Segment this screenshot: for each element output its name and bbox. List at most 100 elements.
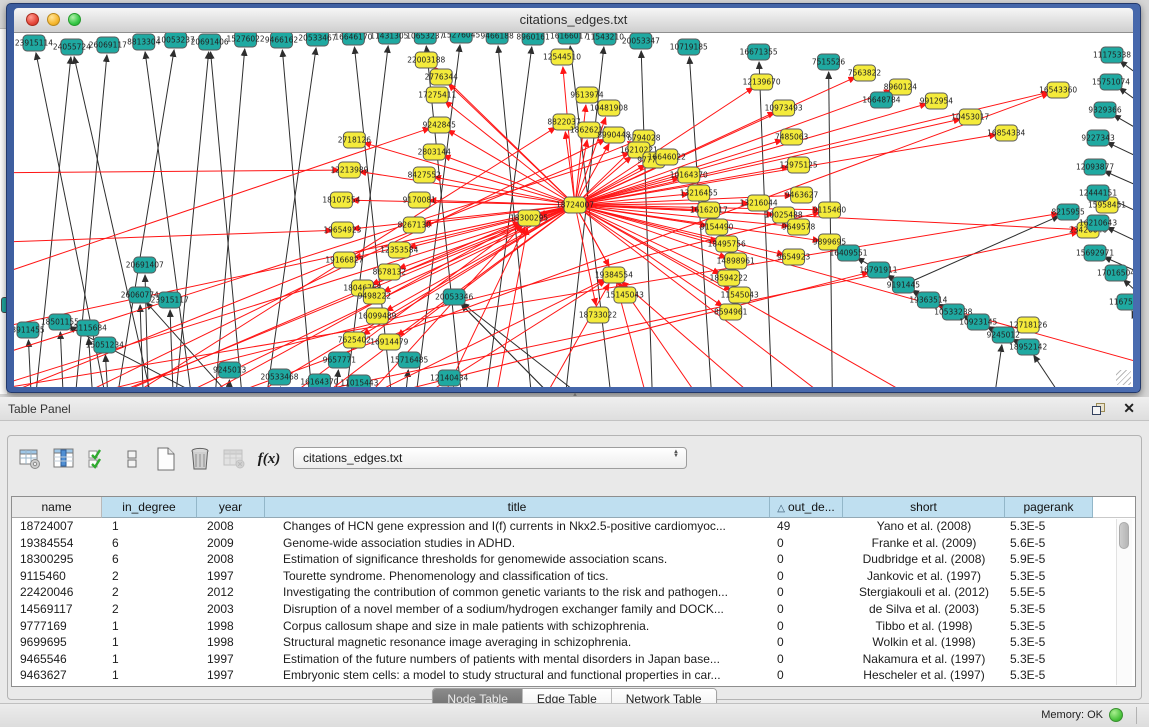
graph-node[interactable]: 12140434 — [430, 370, 468, 386]
cell-name[interactable]: 9463627 — [12, 667, 102, 684]
new-file-icon[interactable] — [152, 445, 180, 473]
cell-short[interactable]: Tibbo et al. (1998) — [843, 618, 1005, 635]
cell-in_degree[interactable]: 6 — [102, 551, 197, 568]
cell-short[interactable]: Stergiakouli et al. (2012) — [843, 584, 1005, 601]
graph-node[interactable]: 15276045 — [442, 33, 480, 43]
graph-node[interactable]: 16671355 — [740, 44, 778, 60]
cell-year[interactable]: 1997 — [197, 667, 265, 684]
graph-node[interactable]: 11175338 — [1093, 47, 1131, 63]
graph-node[interactable]: 9115460 — [813, 202, 847, 218]
graph-node[interactable]: 11545043 — [721, 287, 759, 303]
graph-node[interactable]: 9329366 — [1088, 102, 1122, 118]
table-row[interactable]: 2242004622012Investigating the contribut… — [12, 584, 1135, 601]
cell-in_degree[interactable]: 6 — [102, 535, 197, 552]
graph-node[interactable]: 11431305 — [370, 33, 408, 44]
graph-node[interactable]: 19654923 — [323, 222, 361, 238]
graph-node[interactable]: 8594961 — [714, 304, 748, 320]
red-edge[interactable] — [14, 170, 339, 173]
cell-title[interactable]: Genome-wide association studies in ADHD. — [265, 535, 770, 552]
graph-node[interactable]: 8960161 — [516, 33, 550, 45]
cell-year[interactable]: 1998 — [197, 634, 265, 651]
black-edge[interactable] — [145, 52, 194, 387]
graph-node[interactable]: 18952142 — [1009, 339, 1047, 355]
graph-node[interactable]: 20691406 — [191, 34, 229, 50]
cell-out_de[interactable]: 0 — [770, 634, 843, 651]
cell-name[interactable]: 9777169 — [12, 618, 102, 635]
graph-node[interactable]: 16791911 — [859, 262, 897, 278]
graph-node[interactable]: 19384554 — [595, 267, 633, 283]
graph-node[interactable]: 11675338 — [1109, 294, 1133, 310]
cell-in_degree[interactable]: 1 — [102, 618, 197, 635]
cell-year[interactable]: 2008 — [197, 518, 265, 535]
black-edge[interactable] — [1104, 171, 1133, 185]
graph-node[interactable]: 15145043 — [606, 287, 644, 303]
red-edge[interactable] — [14, 230, 332, 243]
black-edge[interactable] — [140, 305, 144, 387]
graph-node[interactable]: 16164370 — [300, 374, 338, 387]
table-row[interactable]: 1830029562008Estimation of significance … — [12, 551, 1135, 568]
graph-node[interactable]: 18594222 — [710, 270, 748, 286]
graph-node[interactable]: 10653237 — [406, 33, 444, 44]
column-header-year[interactable]: year — [197, 497, 265, 518]
table-selector-dropdown[interactable]: citations_edges.txt ▲▼ — [293, 447, 687, 469]
cell-year[interactable]: 2012 — [197, 584, 265, 601]
show-columns-icon[interactable] — [50, 445, 78, 473]
cell-out_de[interactable]: 0 — [770, 551, 843, 568]
graph-node[interactable]: 8267130 — [398, 217, 432, 233]
table-mode-icon[interactable] — [16, 445, 44, 473]
vertical-scrollbar[interactable] — [1116, 519, 1132, 685]
cell-year[interactable]: 1997 — [197, 568, 265, 585]
cell-pagerank[interactable]: 5.3E-5 — [1005, 618, 1093, 635]
cell-short[interactable]: de Silva et al. (2003) — [843, 601, 1005, 618]
graph-node[interactable]: 17275411 — [418, 87, 456, 103]
graph-node[interactable]: 12139670 — [743, 74, 781, 90]
graph-node[interactable]: 9154490 — [700, 219, 734, 235]
black-edge[interactable] — [829, 72, 833, 387]
table-row[interactable]: 1938455462009Genome-wide association stu… — [12, 535, 1135, 552]
black-edge[interactable] — [1034, 355, 1072, 387]
network-graph[interactable]: 1872400718300295193845548822037186262158… — [14, 33, 1133, 387]
cell-name[interactable]: 14569117 — [12, 601, 102, 618]
graph-node[interactable]: 7625402 — [338, 332, 372, 348]
cell-title[interactable]: Structural magnetic resonance image aver… — [265, 634, 770, 651]
cell-out_de[interactable]: 0 — [770, 651, 843, 668]
graph-node[interactable]: 8813304 — [127, 34, 161, 50]
float-panel-icon[interactable] — [1092, 403, 1105, 415]
red-edge[interactable] — [14, 128, 430, 283]
graph-node[interactable]: 11015443 — [340, 375, 378, 387]
graph-node[interactable]: 20053347 — [622, 33, 660, 49]
cell-in_degree[interactable]: 2 — [102, 568, 197, 585]
cell-pagerank[interactable]: 5.3E-5 — [1005, 518, 1093, 535]
memory-status-icon[interactable] — [1109, 708, 1123, 722]
graph-node[interactable]: 10719185 — [670, 39, 708, 55]
black-edge[interactable] — [1123, 280, 1133, 291]
cell-in_degree[interactable]: 2 — [102, 584, 197, 601]
cell-title[interactable]: Embryonic stem cells: a model to study s… — [265, 667, 770, 684]
table-row[interactable]: 1872400712008Changes of HCN gene express… — [12, 518, 1135, 535]
graph-node[interactable]: 10453017 — [951, 109, 989, 125]
black-edge[interactable] — [264, 48, 316, 387]
graph-node[interactable]: 12975125 — [780, 157, 818, 173]
black-edge[interactable] — [170, 310, 174, 387]
cell-out_de[interactable]: 0 — [770, 667, 843, 684]
black-edge[interactable] — [992, 345, 1002, 387]
function-builder-icon[interactable]: f(x) — [254, 451, 284, 468]
cell-name[interactable]: 18724007 — [12, 518, 102, 535]
delete-icon[interactable] — [186, 445, 214, 473]
red-edge[interactable] — [582, 208, 719, 273]
cell-name[interactable]: 9699695 — [12, 634, 102, 651]
graph-node[interactable]: 10053237 — [157, 33, 195, 48]
cell-year[interactable]: 2008 — [197, 551, 265, 568]
cell-name[interactable]: 9465546 — [12, 651, 102, 668]
column-header-in_degree[interactable]: in_degree — [102, 497, 197, 518]
graph-node[interactable]: 20053346 — [435, 289, 473, 305]
red-edge[interactable] — [583, 207, 1133, 363]
scrollbar-thumb[interactable] — [1119, 522, 1129, 549]
network-canvas[interactable]: 1872400718300295193845548822037186262158… — [14, 33, 1133, 387]
cell-title[interactable]: Investigating the contribution of common… — [265, 584, 770, 601]
graph-node[interactable]: 16914479 — [370, 334, 408, 350]
graph-node[interactable]: 15751074 — [1092, 74, 1130, 90]
graph-node[interactable]: 12544510 — [543, 49, 581, 65]
graph-node[interactable]: 16166017 — [550, 33, 588, 44]
graph-node[interactable]: 18107554 — [322, 192, 360, 208]
